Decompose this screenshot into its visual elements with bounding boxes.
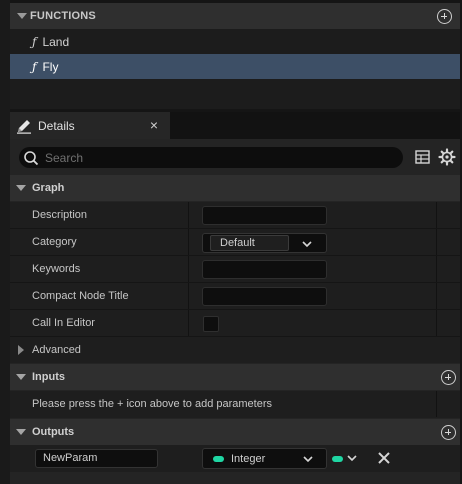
advanced-label: Advanced (32, 344, 81, 356)
section-inputs[interactable]: Inputs (10, 364, 460, 390)
container-type-pin-icon[interactable] (332, 456, 343, 462)
row-category: Category Default (10, 229, 460, 256)
description-field[interactable] (202, 206, 327, 225)
compact-node-title-field[interactable] (202, 287, 327, 306)
description-label: Description (32, 209, 88, 221)
column-divider[interactable] (188, 256, 189, 282)
gear-icon[interactable] (438, 148, 456, 166)
property-matrix-icon[interactable] (414, 148, 432, 166)
row-keywords: Keywords (10, 256, 460, 283)
details-tabbar: Details × (10, 112, 460, 139)
collapse-arrow-icon[interactable] (16, 429, 26, 435)
chevron-down-icon[interactable] (303, 454, 313, 464)
function-item-fly[interactable]: ƒ Fly (10, 54, 460, 79)
section-graph-title: Graph (32, 182, 65, 194)
category-combo[interactable]: Default (202, 233, 327, 253)
functions-header[interactable]: FUNCTIONS (10, 3, 460, 29)
output-param-row: NewParam Integer (10, 445, 460, 472)
column-divider (436, 256, 437, 282)
column-divider (436, 283, 437, 309)
search-box[interactable] (19, 147, 403, 168)
function-label: Land (42, 34, 70, 49)
collapse-arrow-icon[interactable] (16, 185, 26, 191)
functions-panel: FUNCTIONS ƒ Land ƒ Fly (10, 3, 460, 109)
section-outputs-title: Outputs (32, 426, 75, 438)
param-name-input[interactable]: NewParam (35, 449, 158, 468)
compact-node-title-label: Compact Node Title (32, 290, 129, 302)
column-divider[interactable] (188, 283, 189, 309)
functions-title: FUNCTIONS (30, 10, 96, 22)
advanced-expander[interactable]: Advanced (10, 337, 460, 363)
left-gutter (0, 0, 10, 484)
inputs-hint-row: Please press the + icon above to add par… (10, 391, 460, 418)
row-compact-node-title: Compact Node Title (10, 283, 460, 310)
section-outputs[interactable]: Outputs (10, 419, 460, 445)
collapse-arrow-icon[interactable] (17, 13, 27, 19)
integer-pin-icon (213, 456, 224, 462)
remove-param-icon[interactable] (376, 450, 392, 466)
chevron-down-icon[interactable] (302, 239, 312, 249)
chevron-down-icon[interactable] (347, 453, 357, 463)
column-divider[interactable] (188, 310, 189, 336)
inputs-hint: Please press the + icon above to add par… (32, 398, 273, 410)
search-icon (23, 150, 39, 166)
function-icon: ƒ (32, 59, 37, 74)
keywords-field[interactable] (202, 260, 327, 279)
column-divider[interactable] (188, 229, 189, 255)
collapse-arrow-icon[interactable] (16, 374, 26, 380)
column-divider (436, 202, 437, 228)
function-icon: ƒ (32, 34, 37, 49)
close-icon[interactable]: × (150, 117, 158, 133)
keywords-label: Keywords (32, 263, 81, 275)
tab-details[interactable]: Details × (10, 112, 170, 139)
column-divider (436, 310, 437, 336)
expand-arrow-icon[interactable] (18, 345, 24, 355)
function-label: Fly (42, 59, 59, 74)
add-input-icon[interactable] (441, 370, 456, 385)
category-label: Category (32, 236, 77, 248)
tab-details-label: Details (38, 118, 75, 133)
param-type-combo[interactable]: Integer (202, 448, 327, 469)
pencil-icon (16, 118, 32, 134)
row-description: Description (10, 202, 460, 229)
row-call-in-editor: Call In Editor (10, 310, 460, 337)
section-inputs-title: Inputs (32, 371, 65, 383)
search-input[interactable] (45, 150, 375, 165)
column-divider (436, 229, 437, 255)
section-graph[interactable]: Graph (10, 175, 460, 201)
details-panel: Graph Description Category Default Keywo… (10, 139, 460, 484)
column-divider[interactable] (188, 202, 189, 228)
add-output-icon[interactable] (441, 425, 456, 440)
category-value[interactable]: Default (210, 235, 289, 251)
param-type-label: Integer (231, 453, 266, 465)
call-in-editor-checkbox[interactable] (203, 316, 219, 332)
column-divider (436, 391, 437, 417)
function-item-land[interactable]: ƒ Land (10, 29, 460, 54)
call-in-editor-label: Call In Editor (32, 317, 95, 329)
add-function-icon[interactable] (437, 9, 452, 24)
